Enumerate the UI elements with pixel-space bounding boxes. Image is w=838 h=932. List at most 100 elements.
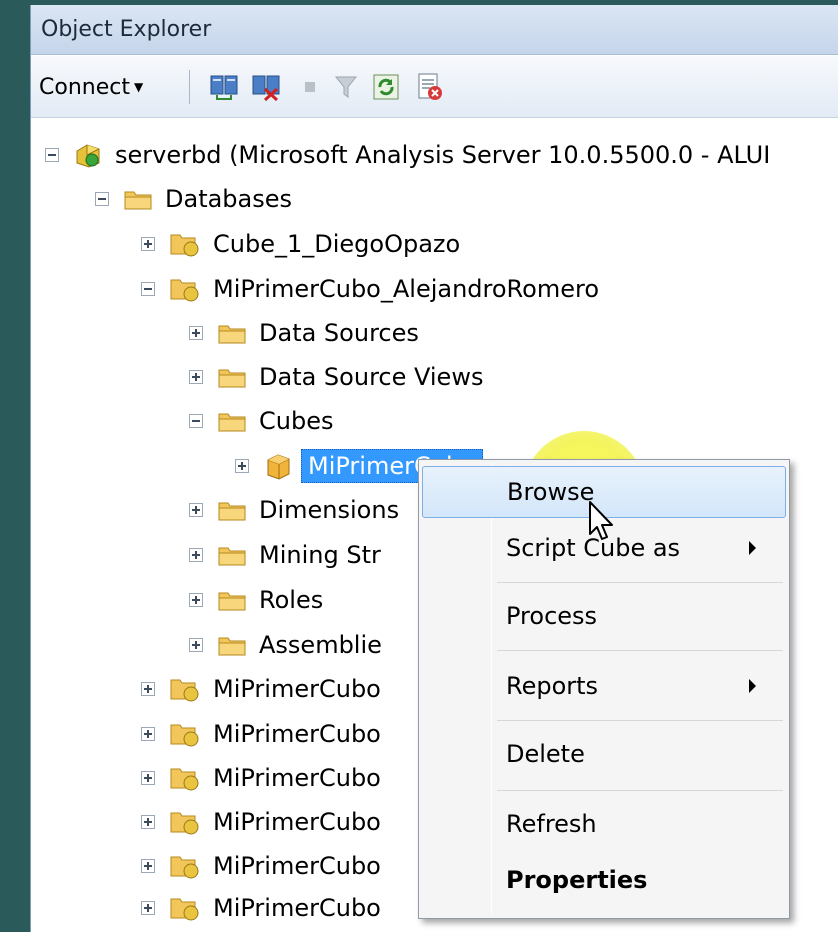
- expand-icon[interactable]: [189, 548, 203, 562]
- menu-item-delete[interactable]: Delete: [422, 728, 786, 780]
- stop-button[interactable]: [293, 70, 327, 104]
- tree-label-database: Cube_1_DiegoOpazo: [213, 230, 461, 258]
- analysis-server-icon: [76, 144, 100, 168]
- menu-separator: [497, 720, 783, 721]
- tree-label-cubes: Cubes: [259, 407, 334, 435]
- database-folder-icon: [170, 279, 199, 302]
- disconnect-button[interactable]: [249, 70, 283, 104]
- tree-node-database[interactable]: MiPrimerCubo: [141, 800, 381, 844]
- collapse-icon[interactable]: [141, 282, 155, 296]
- menu-item-reports[interactable]: Reports: [422, 660, 786, 712]
- connect-object-explorer-button[interactable]: [207, 70, 241, 104]
- collapse-icon[interactable]: [189, 414, 203, 428]
- tree-node-dimensions[interactable]: Dimensions: [189, 488, 399, 532]
- expand-icon[interactable]: [189, 503, 203, 517]
- folder-icon: [218, 502, 246, 521]
- tree-label-data-source-views: Data Source Views: [259, 363, 484, 391]
- tree-label-data-sources: Data Sources: [259, 319, 419, 347]
- collapse-icon[interactable]: [95, 192, 109, 206]
- menu-separator: [497, 582, 783, 583]
- folder-icon: [218, 325, 246, 344]
- menu-item-properties[interactable]: Properties: [422, 854, 786, 906]
- menu-item-process[interactable]: Process: [422, 590, 786, 642]
- expand-icon[interactable]: [189, 370, 203, 384]
- folder-icon: [218, 637, 246, 656]
- tree-label-database: MiPrimerCubo: [213, 852, 381, 880]
- window-title: Object Explorer: [41, 17, 212, 42]
- chevron-down-icon: ▼: [133, 80, 144, 94]
- folder-icon: [218, 547, 246, 566]
- menu-separator: [497, 650, 783, 651]
- expand-icon[interactable]: [189, 593, 203, 607]
- folder-icon: [124, 191, 152, 210]
- menu-label-process: Process: [506, 602, 598, 630]
- refresh-button[interactable]: [369, 70, 403, 104]
- disconnect-icon: [252, 75, 280, 101]
- tree-node-roles[interactable]: Roles: [189, 578, 323, 622]
- tree-node-database[interactable]: MiPrimerCubo: [141, 886, 381, 930]
- database-folder-icon: [170, 768, 199, 791]
- menu-label-browse: Browse: [507, 478, 595, 506]
- stop-icon: [305, 82, 315, 92]
- tree-node-database[interactable]: MiPrimerCubo_AlejandroRomero: [141, 267, 599, 311]
- tree-label-databases: Databases: [165, 185, 293, 213]
- tree-label-server: serverbd (Microsoft Analysis Server 10.0…: [115, 141, 771, 169]
- tree-label-assemblies: Assemblie: [259, 631, 382, 659]
- expand-icon[interactable]: [141, 682, 155, 696]
- expand-icon[interactable]: [235, 459, 249, 473]
- expand-icon[interactable]: [189, 638, 203, 652]
- database-folder-icon: [170, 856, 199, 879]
- tree-node-data-sources[interactable]: Data Sources: [189, 311, 419, 355]
- tree-node-databases[interactable]: Databases: [95, 177, 292, 221]
- new-query-button[interactable]: [413, 70, 447, 104]
- submenu-arrow-icon: [749, 541, 756, 555]
- database-folder-icon: [170, 679, 199, 702]
- menu-label-refresh: Refresh: [506, 810, 597, 838]
- filter-icon: [334, 76, 358, 98]
- expand-icon[interactable]: [141, 901, 155, 915]
- tree-node-database[interactable]: MiPrimerCubo: [141, 756, 381, 800]
- database-folder-icon: [170, 724, 199, 747]
- menu-label-delete: Delete: [506, 740, 585, 768]
- new-query-icon: [418, 73, 442, 100]
- tree-node-data-source-views[interactable]: Data Source Views: [189, 355, 483, 399]
- tree-label-database: MiPrimerCubo: [213, 764, 381, 792]
- tree-node-cubes[interactable]: Cubes: [189, 399, 333, 443]
- title-bar: Object Explorer: [31, 5, 838, 55]
- expand-icon[interactable]: [141, 237, 155, 251]
- collapse-icon[interactable]: [45, 148, 59, 162]
- tree-label-database: MiPrimerCubo: [213, 808, 381, 836]
- folder-icon: [218, 413, 246, 432]
- tree-label-database: MiPrimerCubo: [213, 894, 381, 922]
- tree-node-mining-structures[interactable]: Mining Str: [189, 533, 381, 577]
- expand-icon[interactable]: [141, 771, 155, 785]
- tree-label-database: MiPrimerCubo: [213, 675, 381, 703]
- tree-label-database: MiPrimerCubo_AlejandroRomero: [213, 275, 600, 303]
- expand-icon[interactable]: [189, 326, 203, 340]
- expand-icon[interactable]: [141, 815, 155, 829]
- folder-icon: [218, 592, 246, 611]
- connect-label: Connect: [39, 74, 130, 100]
- expand-icon[interactable]: [141, 859, 155, 873]
- database-folder-icon: [170, 812, 199, 835]
- tree-label-dimensions: Dimensions: [259, 496, 400, 524]
- tree-label-mining-structures: Mining Str: [259, 541, 381, 569]
- refresh-icon: [373, 74, 399, 100]
- expand-icon[interactable]: [141, 727, 155, 741]
- menu-label-reports: Reports: [506, 672, 599, 700]
- menu-item-refresh[interactable]: Refresh: [422, 798, 786, 850]
- toolbar-separator: [189, 70, 190, 104]
- mouse-pointer-icon: [589, 501, 613, 540]
- tree-node-database[interactable]: MiPrimerCubo: [141, 844, 381, 888]
- connect-button[interactable]: Connect ▼: [39, 70, 179, 104]
- connect-object-icon: [210, 75, 238, 100]
- tree-node-database[interactable]: MiPrimerCubo: [141, 712, 381, 756]
- toolbar: Connect ▼: [31, 56, 838, 118]
- cube-icon: [267, 454, 290, 480]
- tree-node-database[interactable]: Cube_1_DiegoOpazo: [141, 222, 460, 266]
- filter-button[interactable]: [329, 70, 363, 104]
- folder-icon: [218, 369, 246, 388]
- tree-node-assemblies[interactable]: Assemblie: [189, 623, 382, 667]
- tree-node-server[interactable]: serverbd (Microsoft Analysis Server 10.0…: [45, 133, 770, 177]
- tree-node-database[interactable]: MiPrimerCubo: [141, 667, 381, 711]
